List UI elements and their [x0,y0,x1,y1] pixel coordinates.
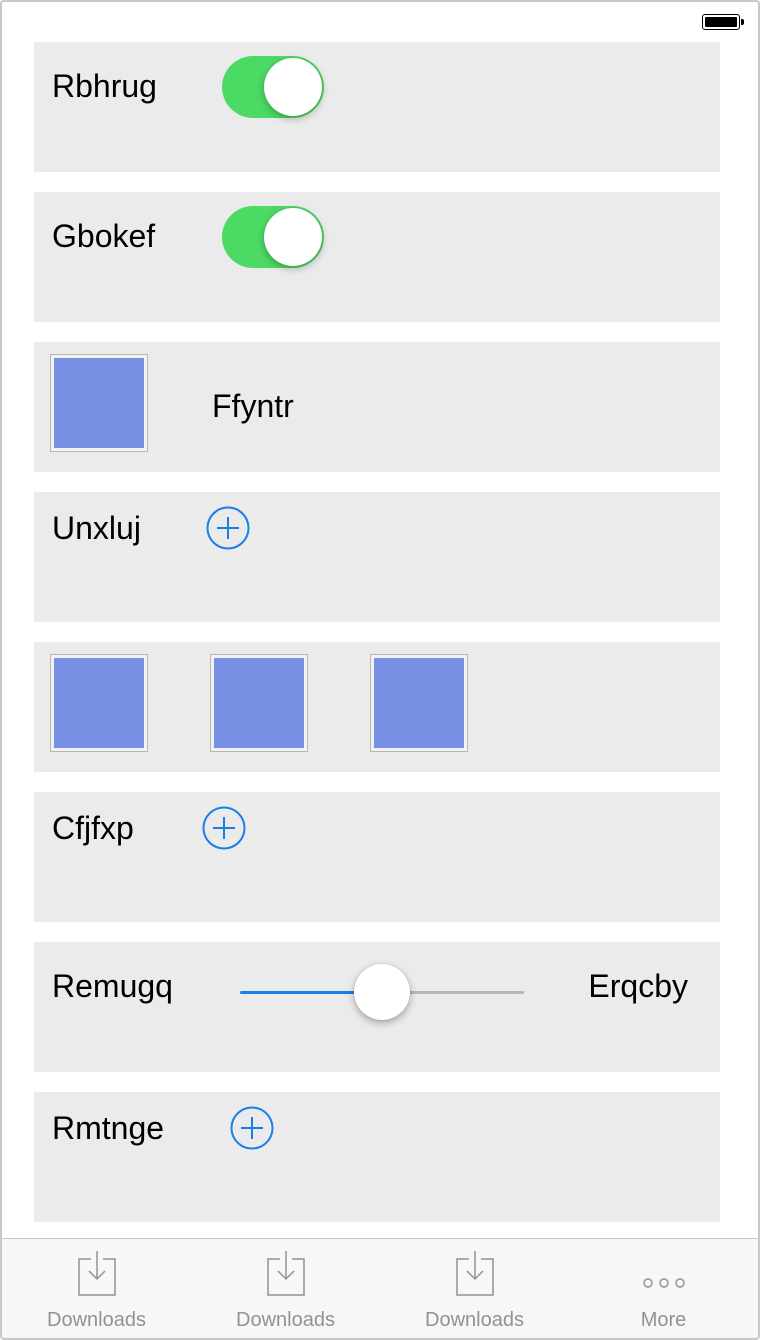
row-cfjfxp: Cfjfxp [34,792,720,922]
plus-circle-icon[interactable] [230,1106,274,1150]
plus-circle-icon[interactable] [202,806,246,850]
toggle-knob [264,58,322,116]
row-label: Gbokef [52,218,156,254]
row-rmtnge: Rmtnge [34,1092,720,1222]
slider-thumb[interactable] [354,964,410,1020]
download-icon [77,1251,116,1296]
tab-label: More [640,1309,687,1331]
tab-more[interactable]: More [569,1239,758,1338]
image-placeholder [50,654,148,752]
row-unxluj: Unxluj [34,492,720,622]
tab-label: Downloads [425,1309,524,1331]
row-label: Cfjfxp [52,810,134,846]
row-image-gallery [34,642,720,772]
toggle-knob [264,208,322,266]
value-slider[interactable] [240,962,524,1022]
row-rbhrug: Rbhrug [34,42,720,172]
slider-value-label: Erqcby [588,968,688,1004]
download-icon [455,1251,494,1296]
tab-label: Downloads [47,1309,146,1331]
image-placeholder [210,654,308,752]
battery-icon [702,14,744,32]
row-label: Unxluj [52,510,141,546]
app-screen: Rbhrug Gbokef Ffyntr Unxluj Cfjfxp Remug… [0,0,760,1340]
row-label: Remugq [52,968,173,1004]
plus-circle-icon[interactable] [206,506,250,550]
row-remugq: Remugq Erqcby [34,942,720,1072]
row-ffyntr: Ffyntr [34,342,720,472]
image-placeholder [50,354,148,452]
tab-bar: Downloads Downloads Downloads More [2,1238,758,1338]
row-gbokef: Gbokef [34,192,720,322]
more-icon [642,1278,685,1288]
image-placeholder [370,654,468,752]
tab-downloads-2[interactable]: Downloads [191,1239,380,1338]
toggle-switch[interactable] [222,56,324,118]
tab-downloads-1[interactable]: Downloads [2,1239,191,1338]
toggle-switch[interactable] [222,206,324,268]
row-label: Rbhrug [52,68,157,104]
row-label: Rmtnge [52,1110,165,1146]
tab-label: Downloads [236,1309,335,1331]
download-icon [266,1251,305,1296]
tab-downloads-3[interactable]: Downloads [380,1239,569,1338]
row-label: Ffyntr [212,388,294,424]
